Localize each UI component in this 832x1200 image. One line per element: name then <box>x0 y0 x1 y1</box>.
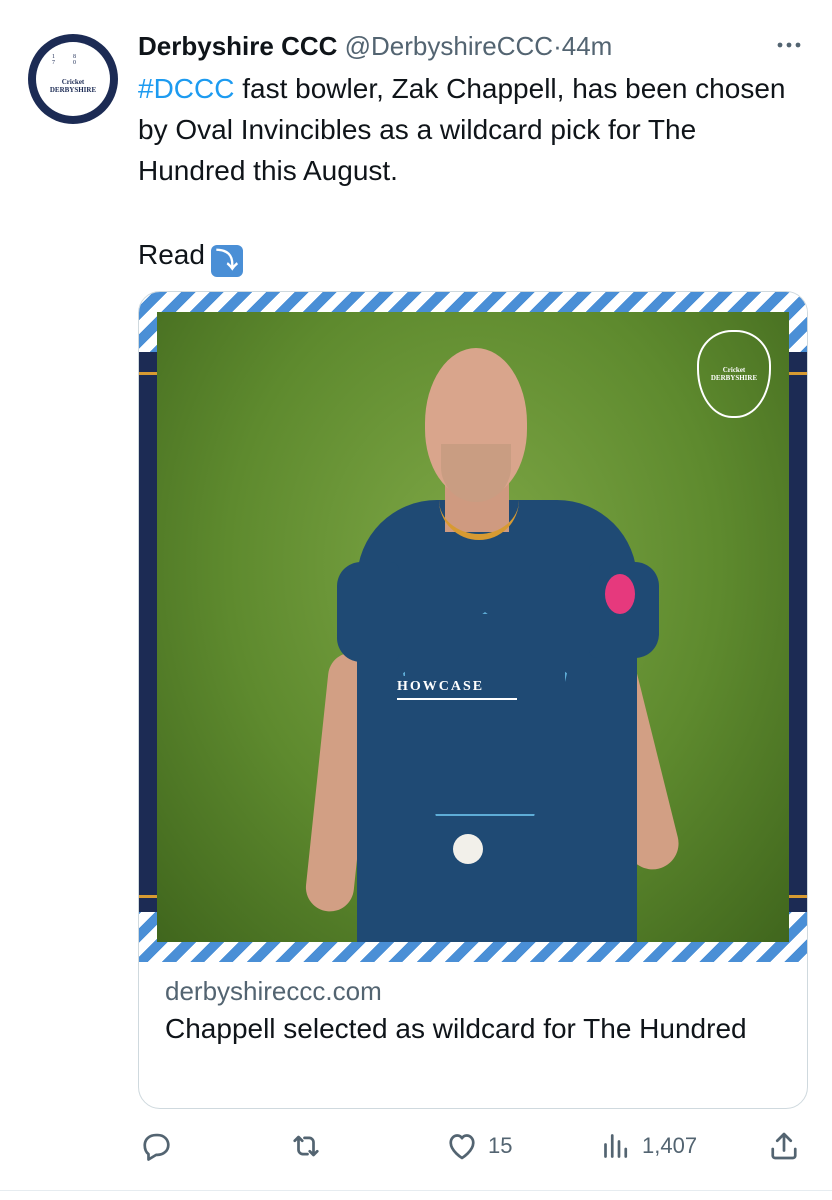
reply-button[interactable] <box>138 1124 182 1168</box>
arrow-down-right-icon: ⤵ <box>210 245 243 277</box>
tweet-divider <box>0 1190 832 1191</box>
player-photo: HOWCASE Cricket DERBYSHIRE <box>157 312 789 942</box>
header-separator: · <box>553 31 562 61</box>
avatar-year: 18 70 <box>52 54 94 66</box>
share-button[interactable] <box>766 1124 802 1168</box>
tweet-text: #DCCC fast bowler, Zak Chappell, has bee… <box>138 68 808 191</box>
more-icon[interactable] <box>774 30 804 68</box>
views-count: 1,407 <box>642 1133 698 1158</box>
shirt-sponsor: HOWCASE <box>397 676 517 700</box>
link-card[interactable]: HOWCASE Cricket DERBYSHIRE derbyshireccc… <box>138 291 808 1109</box>
tweet[interactable]: 18 70 Cricket DERBYSHIRE Derbyshire CCC … <box>0 0 832 1200</box>
card-meta[interactable]: derbyshireccc.com Chappell selected as w… <box>165 972 785 1048</box>
read-label: Read <box>138 239 205 270</box>
like-button[interactable]: 15 <box>444 1124 512 1168</box>
sleeve-sponsor-badge <box>605 574 635 614</box>
views-button[interactable]: 1,407 <box>598 1124 697 1168</box>
card-domain: derbyshireccc.com <box>165 976 382 1006</box>
tweet-body: fast bowler, Zak Chappell, has been chos… <box>138 73 786 186</box>
frame-stripe-right <box>789 372 807 898</box>
heart-icon <box>444 1128 480 1164</box>
cricket-ball <box>453 834 483 864</box>
reply-icon <box>138 1128 174 1164</box>
card-title: Chappell selected as wildcard for The Hu… <box>165 1013 747 1044</box>
action-bar: 15 1,407 <box>138 1124 806 1168</box>
tweet-timestamp[interactable]: 44m <box>562 31 613 61</box>
club-logo: Cricket DERBYSHIRE <box>697 330 771 418</box>
avatar-label: Cricket DERBYSHIRE <box>49 78 97 94</box>
account-handle[interactable]: @DerbyshireCCC <box>345 31 553 61</box>
views-icon <box>598 1128 634 1164</box>
account-name[interactable]: Derbyshire CCC <box>138 31 337 61</box>
tweet-header: Derbyshire CCC @DerbyshireCCC·44m <box>138 28 612 64</box>
card-image[interactable]: HOWCASE Cricket DERBYSHIRE <box>139 292 807 962</box>
frame-stripe-left <box>139 372 157 898</box>
read-line: Read ⤵ <box>138 234 243 277</box>
share-icon <box>766 1128 802 1164</box>
retweet-icon <box>288 1128 324 1164</box>
retweet-button[interactable] <box>288 1124 332 1168</box>
hashtag-link[interactable]: #DCCC <box>138 73 234 104</box>
club-logo-text: Cricket DERBYSHIRE <box>710 366 758 382</box>
like-count: 15 <box>488 1133 513 1158</box>
account-avatar[interactable]: 18 70 Cricket DERBYSHIRE <box>28 34 118 124</box>
player-sleeve-left <box>337 562 399 662</box>
